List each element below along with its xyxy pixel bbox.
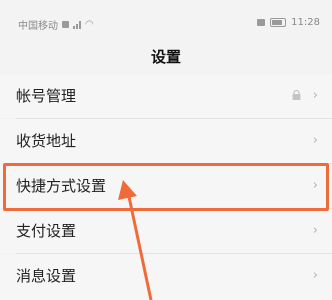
status-right: 11:28: [257, 17, 320, 28]
nfc-icon: [257, 19, 266, 26]
chevron-right-icon: ›: [312, 133, 318, 148]
page-title: 设置: [150, 48, 181, 66]
chevron-right-icon: ›: [312, 268, 318, 283]
chevron-right-icon: ›: [312, 223, 318, 238]
settings-item-label: 快捷方式设置: [16, 177, 107, 195]
chevron-right-icon: ›: [312, 178, 318, 193]
settings-item-address[interactable]: 收货地址 ›: [0, 119, 332, 163]
settings-item-label: 帐号管理: [16, 87, 77, 105]
settings-item-account[interactable]: 帐号管理 ›: [0, 74, 332, 118]
settings-item-label: 消息设置: [16, 267, 77, 285]
settings-item-label: 收货地址: [16, 132, 77, 150]
sim-icon: [62, 21, 69, 28]
settings-item-payment[interactable]: 支付设置 ›: [0, 209, 332, 253]
settings-item-label: 支付设置: [16, 222, 77, 240]
wifi-icon: ◠: [85, 19, 94, 30]
status-left: 中国移动 ◠: [18, 17, 94, 32]
status-bar: 中国移动 ◠ 11:28: [0, 0, 332, 40]
header: 设置: [0, 40, 332, 74]
settings-item-message[interactable]: 消息设置 ›: [0, 254, 332, 300]
settings-item-shortcut[interactable]: 快捷方式设置 ›: [0, 164, 332, 208]
clock: 11:28: [291, 17, 320, 28]
battery-icon: [270, 18, 287, 27]
chevron-right-icon: ›: [312, 88, 318, 103]
lock-icon: [292, 90, 301, 100]
carrier-label: 中国移动: [18, 21, 58, 32]
signal-icon: [73, 20, 81, 29]
